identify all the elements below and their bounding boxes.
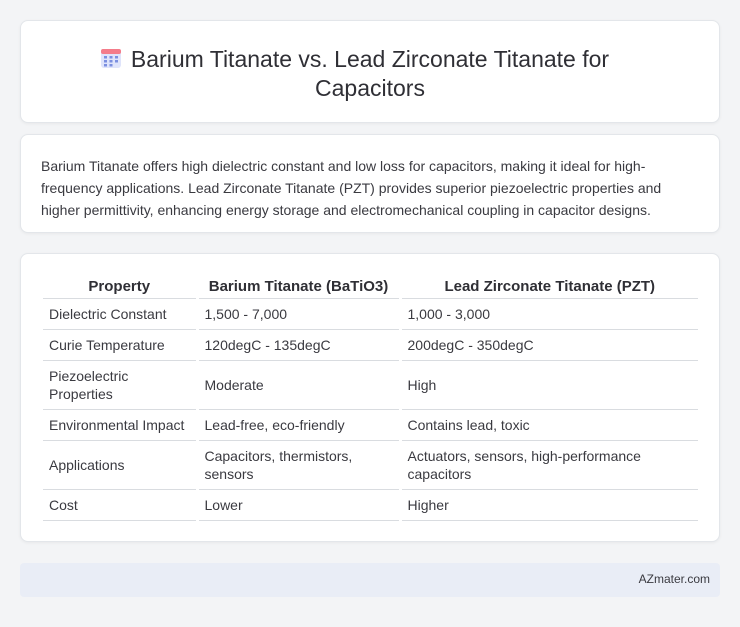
- page-title: Barium Titanate vs. Lead Zirconate Titan…: [130, 46, 610, 101]
- table-cell: Piezoelectric Properties: [43, 360, 197, 410]
- table-row: Curie Temperature 120degC - 135degC 200d…: [43, 329, 698, 361]
- table-cell: 120degC - 135degC: [195, 329, 400, 361]
- table-row: Cost Lower Higher: [43, 489, 698, 521]
- table-cell: Curie Temperature: [43, 329, 197, 361]
- column-header: Barium Titanate (BaTiO3): [195, 274, 400, 299]
- table-cell: 1,000 - 3,000: [398, 298, 698, 330]
- table-cell: Applications: [43, 440, 197, 490]
- table-cell: Environmental Impact: [43, 409, 197, 441]
- table-header-row: Property Barium Titanate (BaTiO3) Lead Z…: [43, 274, 698, 299]
- table-row: Environmental Impact Lead-free, eco-frie…: [43, 409, 698, 441]
- table-cell: Dielectric Constant: [43, 298, 197, 330]
- column-header: Property: [43, 274, 197, 299]
- footer-bar: AZmater.com: [20, 563, 720, 597]
- table-cell: Capacitors, thermistors, sensors: [195, 440, 400, 490]
- table-cell: Moderate: [195, 360, 400, 410]
- table-cell: Cost: [43, 489, 197, 521]
- table-cell: Lower: [195, 489, 400, 521]
- table-cell: High: [398, 360, 698, 410]
- table-cell: Contains lead, toxic: [398, 409, 698, 441]
- table-cell: Actuators, sensors, high-performance cap…: [398, 440, 698, 490]
- comparison-table-card: Property Barium Titanate (BaTiO3) Lead Z…: [20, 253, 720, 542]
- table-cell: Lead-free, eco-friendly: [195, 409, 400, 441]
- table-cell: 1,500 - 7,000: [195, 298, 400, 330]
- column-header: Lead Zirconate Titanate (PZT): [398, 274, 698, 299]
- site-credit: AZmater.com: [638, 572, 710, 586]
- table-row: Piezoelectric Properties Moderate High: [43, 360, 698, 410]
- table-cell: Higher: [398, 489, 698, 521]
- summary-card: Barium Titanate offers high dielectric c…: [20, 134, 720, 233]
- table-row: Applications Capacitors, thermistors, se…: [43, 440, 698, 490]
- title-card: Barium Titanate vs. Lead Zirconate Titan…: [20, 20, 720, 123]
- summary-text: Barium Titanate offers high dielectric c…: [41, 158, 662, 218]
- table-row: Dielectric Constant 1,500 - 7,000 1,000 …: [43, 298, 698, 330]
- comparison-table: Property Barium Titanate (BaTiO3) Lead Z…: [43, 274, 698, 521]
- table-cell: 200degC - 350degC: [398, 329, 698, 361]
